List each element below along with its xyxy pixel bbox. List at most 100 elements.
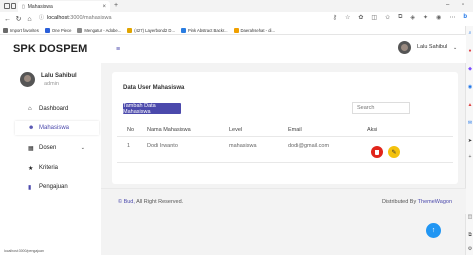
browser-tab[interactable]: ▯ Mahasiswa × [18,1,110,12]
bing-icon[interactable]: b [463,14,467,21]
add-mahasiswa-button[interactable]: Tambah Data Mahasiswa [123,103,181,115]
app-sidebar: SPK DOSPEM Lalu Sahibul admin ⌂ Dashboar… [0,35,101,255]
status-url: localhost:3000/pengajuan [2,249,46,253]
favorite-label: Mengatur - Adobe... [84,27,122,33]
favorite-label: Import favorites [10,27,39,33]
url-field[interactable]: ⓘ localhost:3000/mahasiswa [39,14,112,22]
distributed-by: Distributed By ThemeWagon [382,199,452,205]
tools-icon[interactable]: ◆ [467,66,473,72]
sidebar-item-label: Dosen [39,145,57,151]
favorite-link[interactable]: Mengatur - Adobe... [77,27,122,33]
star-icon: ★ [28,165,34,172]
key-icon[interactable]: ⚷ [333,14,337,21]
copyright-link[interactable]: © Bud, [118,199,135,205]
file-icon: ▮ [28,184,32,191]
copyright: © Bud, All Right Reserved. [118,199,183,205]
favorite-link[interactable]: Pink Abstract Backr... [180,27,228,33]
column-header-nama: Nama Mahasiswa [147,127,191,133]
address-bar: ← ↻ ⌂ ⓘ localhost:3000/mahasiswa ⚷ ☆ ✿ ◫… [0,12,473,26]
add-panel-icon[interactable]: + [467,154,473,160]
more-icon[interactable]: ⋯ [449,14,455,21]
workspaces-icon[interactable] [4,3,10,9]
send-icon[interactable]: ➤ [467,138,473,144]
sidebar-item-mahasiswa[interactable]: ☻ Mahasiswa [13,121,101,135]
favorite-link[interactable]: One Piece [44,27,72,33]
cell-nama: Dodi Irwanto [147,143,178,149]
back-icon[interactable]: ← [2,16,13,23]
favorite-label: Pink Abstract Backr... [187,27,228,33]
users-icon: ☻ [28,125,35,131]
close-tab-icon[interactable]: × [102,4,106,10]
topbar-user-name[interactable]: Lalu Sahibul [417,44,447,50]
brand-title[interactable]: SPK DOSPEM [13,43,87,55]
outlook-icon[interactable]: ✉ [467,120,473,126]
info-icon[interactable]: ⓘ [39,14,44,21]
favorites-icon[interactable]: ✩ [385,14,390,21]
url-host: localhost [47,14,69,21]
sidebar-user-role: admin [44,81,59,87]
external-link-icon[interactable]: ⧉ [467,232,473,238]
column-header-email: Email [288,127,302,133]
shopping-icon[interactable]: ● [467,48,473,54]
favorite-label: Daerahsehat - di... [240,27,275,33]
search-input[interactable] [352,102,410,114]
table-divider [117,136,453,137]
avatar[interactable] [398,41,411,54]
browser-side-panel: ⌕ ● ◆ ◉ ▲ ✉ ➤ + ◫ ⧉ ⚙ [465,26,473,255]
extensions-icon[interactable]: ✿ [358,14,363,21]
sidebar-item-pengajuan[interactable]: ▮ Pengajuan [13,180,101,194]
favorite-link[interactable]: Import favorites [3,27,39,33]
sidebar-toggle-icon[interactable]: ◫ [467,214,473,220]
scroll-top-button[interactable]: ↑ [426,223,441,238]
reload-icon[interactable]: ↻ [13,15,24,23]
home-icon: ⌂ [28,106,32,112]
home-browser-icon[interactable]: ⌂ [24,16,35,23]
favorite-star-icon[interactable]: ☆ [345,14,350,21]
sidebar-item-label: Kriteria [39,165,59,171]
menu-toggle-icon[interactable]: ≡ [116,46,120,53]
office-icon[interactable]: ▲ [467,102,473,108]
column-header-aksi: Aksi [367,127,378,133]
favorite-label: (427) Layerbond2 D... [134,27,175,33]
data-card: Data User Mahasiswa Tambah Data Mahasisw… [112,72,458,184]
url-path: :3000/mahasiswa [68,14,112,21]
delete-button[interactable] [371,146,383,158]
cell-email: dodi@gmail.com [288,143,330,149]
favorite-label: One Piece [51,27,72,33]
maximize-icon[interactable]: ▫ [462,2,464,8]
collections-icon[interactable]: ⧉ [398,14,402,21]
page-icon: ▯ [22,3,25,10]
grid-icon: ▦ [28,145,34,152]
shield-icon[interactable]: ◈ [410,14,415,21]
sidebar-item-kriteria[interactable]: ★ Kriteria [13,161,101,175]
favorite-icon [44,27,50,33]
games-icon[interactable]: ◉ [467,84,473,90]
favorite-link[interactable]: (427) Layerbond2 D... [127,27,175,33]
minimize-icon[interactable]: – [446,2,449,8]
column-header-no: No [127,127,135,133]
chevron-down-icon[interactable]: ⌄ [453,45,457,51]
tab-actions-icon[interactable] [11,3,16,9]
sidebar-item-label: Mahasiswa [39,125,70,131]
cell-level: mahasiswa [229,143,257,149]
favorite-link[interactable]: Daerahsehat - di... [233,27,275,33]
split-screen-icon[interactable]: ◫ [371,14,377,21]
profile-icon[interactable]: ◉ [436,14,441,21]
cell-no: 1 [127,143,131,149]
favorite-icon [3,27,8,33]
sidebar-item-label: Pengajuan [39,184,68,190]
copilot-icon[interactable]: ✦ [423,14,428,21]
avatar [20,72,35,87]
copyright-text: All Right Reserved. [134,199,184,205]
page-footer: © Bud, All Right Reserved. Distributed B… [101,188,466,214]
settings-icon[interactable]: ⚙ [467,246,473,252]
new-tab-icon[interactable]: + [114,2,118,9]
themewagon-link[interactable]: ThemeWagon [418,199,452,205]
card-title: Data User Mahasiswa [123,85,185,91]
search-icon[interactable]: ⌕ [467,30,473,36]
browser-toolbar-icons: ⚷ ☆ ✿ ◫ ✩ ⧉ ◈ ✦ ◉ ⋯ b [333,14,467,21]
sidebar-item-dosen[interactable]: ▦ Dosen ⌄ [13,141,101,155]
edit-button[interactable]: ✎ [388,146,400,158]
sidebar-item-dashboard[interactable]: ⌂ Dashboard [13,102,101,116]
arrow-up-icon: ↑ [431,227,436,234]
